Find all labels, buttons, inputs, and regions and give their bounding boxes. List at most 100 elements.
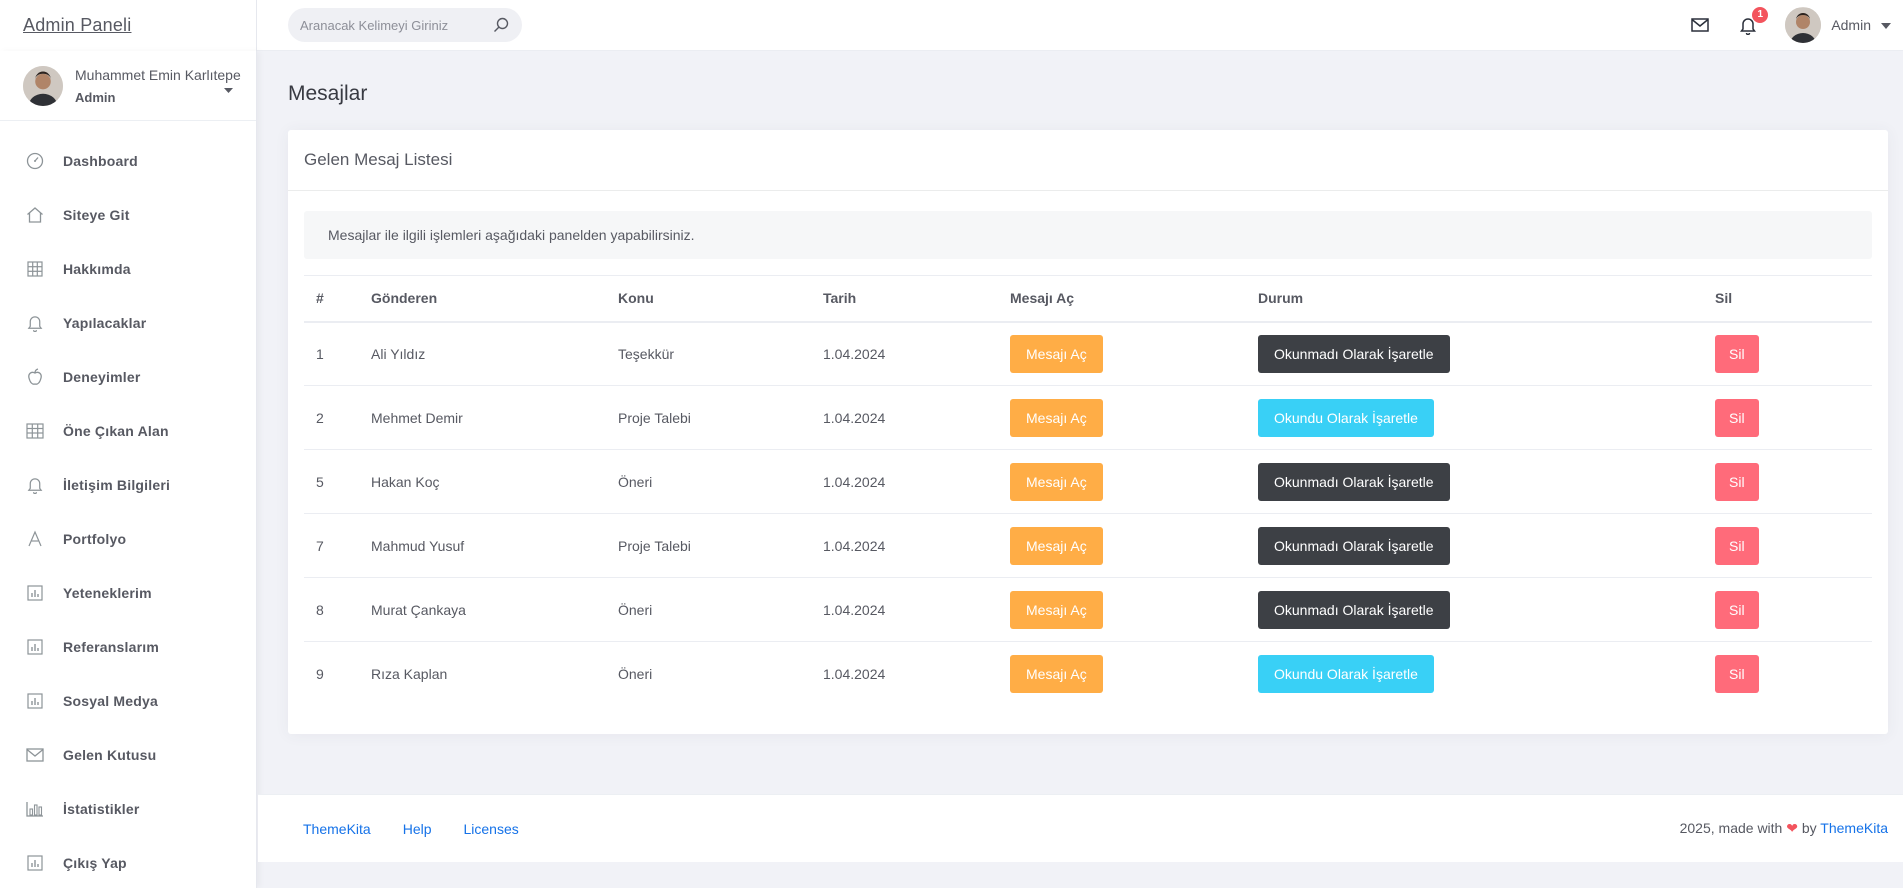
sidebar-item-cikis-yap[interactable]: Çıkış Yap	[0, 836, 256, 888]
sidebar-item-deneyimler[interactable]: Deneyimler	[0, 350, 256, 404]
apple-icon	[25, 367, 45, 387]
sidebar-nav: Dashboard Siteye Git Hakkımda Yapılacakl…	[0, 121, 256, 888]
open-message-button[interactable]: Mesajı Aç	[1010, 526, 1103, 565]
row-id: 1	[304, 321, 359, 386]
mark-unread-button[interactable]: Okunmadı Olarak İşaretle	[1258, 590, 1450, 629]
sidebar-user[interactable]: Muhammet Emin Karlıtepe Admin	[0, 51, 256, 121]
avatar	[1785, 7, 1822, 43]
envelope-icon	[25, 745, 45, 765]
sidebar-item-label: Çıkış Yap	[63, 855, 127, 871]
open-message-button[interactable]: Mesajı Aç	[1010, 334, 1103, 373]
sidebar-item-label: İstatistikler	[63, 801, 140, 817]
open-message-button[interactable]: Mesajı Aç	[1010, 398, 1103, 437]
footer-link-themekita[interactable]: ThemeKita	[303, 821, 371, 837]
sidebar-item-referanslarim[interactable]: Referanslarım	[0, 620, 256, 674]
open-message-button[interactable]: Mesajı Aç	[1010, 654, 1103, 693]
open-message-button[interactable]: Mesajı Aç	[1010, 462, 1103, 501]
brand: Admin Paneli	[0, 0, 257, 51]
font-icon	[25, 529, 45, 549]
page-title: Mesajlar	[288, 82, 368, 105]
chart-box-icon	[25, 853, 45, 873]
copyright-text: 2025, made with	[1679, 820, 1783, 836]
column-header: #	[316, 290, 324, 307]
delete-button[interactable]: Sil	[1715, 590, 1759, 629]
chart-box-icon	[25, 637, 45, 657]
row-subject: Öneri	[606, 577, 811, 642]
row-subject: Öneri	[606, 449, 811, 514]
row-id: 8	[304, 577, 359, 642]
column-header: Durum	[1258, 290, 1304, 307]
delete-button[interactable]: Sil	[1715, 398, 1759, 437]
sidebar-item-iletisim-bilgileri[interactable]: İletişim Bilgileri	[0, 458, 256, 512]
delete-button[interactable]: Sil	[1715, 462, 1759, 501]
user-menu[interactable]: Admin	[1785, 7, 1891, 43]
mark-unread-button[interactable]: Okunmadı Olarak İşaretle	[1258, 462, 1450, 501]
card-header: Gelen Mesaj Listesi	[288, 130, 1888, 191]
mark-unread-button[interactable]: Okunmadı Olarak İşaretle	[1258, 526, 1450, 565]
chart-box-icon	[25, 691, 45, 711]
bell-icon[interactable]: 1	[1737, 7, 1769, 36]
sidebar-item-gelen-kutusu[interactable]: Gelen Kutusu	[0, 728, 256, 782]
table-row: 2 Mehmet Demir Proje Talebi 1.04.2024 Me…	[304, 385, 1872, 450]
sidebar-item-label: Dashboard	[63, 153, 138, 169]
header-actions: 1 Admin	[1689, 0, 1903, 50]
delete-button[interactable]: Sil	[1715, 334, 1759, 373]
column-header: Konu	[618, 290, 654, 307]
sidebar-item-yapilacaklar[interactable]: Yapılacaklar	[0, 296, 256, 350]
search-bar	[288, 8, 522, 42]
bell-icon	[25, 313, 45, 333]
delete-button[interactable]: Sil	[1715, 526, 1759, 565]
open-message-button[interactable]: Mesajı Aç	[1010, 590, 1103, 629]
table-row: 7 Mahmud Yusuf Proje Talebi 1.04.2024 Me…	[304, 513, 1872, 578]
row-date: 1.04.2024	[823, 665, 886, 682]
row-id: 5	[304, 449, 359, 514]
sidebar-user-role: Admin	[75, 89, 116, 105]
sidebar-item-yeteneklerim[interactable]: Yeteneklerim	[0, 566, 256, 620]
mark-unread-button[interactable]: Okunmadı Olarak İşaretle	[1258, 334, 1450, 373]
search-input[interactable]	[300, 17, 492, 33]
row-date: 1.04.2024	[811, 449, 998, 514]
sidebar-item-siteye-git[interactable]: Siteye Git	[0, 188, 256, 242]
row-subject: Proje Talebi	[606, 385, 811, 450]
sidebar-item-dashboard[interactable]: Dashboard	[0, 134, 256, 188]
row-sender: Mahmud Yusuf	[359, 513, 606, 578]
envelope-icon[interactable]	[1689, 14, 1711, 36]
table-row: 1 Ali Yıldız Teşekkür 1.04.2024 Mesajı A…	[304, 321, 1872, 386]
avatar	[23, 65, 63, 106]
messages-table: # Gönderen Konu Tarih Mesajı Aç Durum Si…	[304, 275, 1872, 706]
chart-box-icon	[25, 583, 45, 603]
footer-link-licenses[interactable]: Licenses	[464, 821, 519, 837]
sidebar-item-label: Yeteneklerim	[63, 585, 152, 601]
sidebar-item-sosyal-medya[interactable]: Sosyal Medya	[0, 674, 256, 728]
mark-read-button[interactable]: Okundu Olarak İşaretle	[1258, 654, 1434, 693]
copyright-by: by	[1801, 820, 1817, 836]
dashboard-icon	[25, 151, 45, 171]
info-alert: Mesajlar ile ilgili işlemleri aşağıdaki …	[304, 211, 1872, 259]
chevron-down-icon[interactable]	[224, 80, 233, 98]
sidebar-item-one-cikan-alan[interactable]: Öne Çıkan Alan	[0, 404, 256, 458]
search-icon[interactable]	[492, 16, 510, 34]
sidebar-item-label: Sosyal Medya	[63, 693, 158, 709]
footer: ThemeKita Help Licenses 2025, made with …	[258, 794, 1903, 862]
bell-icon	[25, 475, 45, 495]
mark-read-button[interactable]: Okundu Olarak İşaretle	[1258, 398, 1434, 437]
sidebar-item-label: Hakkımda	[63, 261, 131, 277]
card-title: Gelen Mesaj Listesi	[304, 150, 453, 169]
column-header: Tarih	[823, 290, 857, 307]
table-row: 9 Rıza Kaplan Öneri 1.04.2024 Mesajı Aç …	[304, 642, 1872, 706]
sidebar-item-portfolyo[interactable]: Portfolyo	[0, 512, 256, 566]
top-header: 1 Admin	[257, 0, 1903, 51]
bar-chart-icon	[25, 799, 45, 819]
row-sender: Rıza Kaplan	[371, 665, 448, 682]
footer-link-help[interactable]: Help	[403, 821, 432, 837]
sidebar-item-istatistikler[interactable]: İstatistikler	[0, 782, 256, 836]
copyright-link[interactable]: ThemeKita	[1820, 820, 1888, 836]
row-subject: Öneri	[618, 665, 653, 682]
table-header-row: # Gönderen Konu Tarih Mesajı Aç Durum Si…	[304, 275, 1872, 322]
delete-button[interactable]: Sil	[1715, 654, 1759, 693]
sidebar-item-label: İletişim Bilgileri	[63, 477, 171, 493]
sidebar-item-hakkimda[interactable]: Hakkımda	[0, 242, 256, 296]
sidebar-item-label: Yapılacaklar	[63, 315, 147, 331]
brand-link[interactable]: Admin Paneli	[23, 15, 131, 36]
row-sender: Murat Çankaya	[359, 577, 606, 642]
